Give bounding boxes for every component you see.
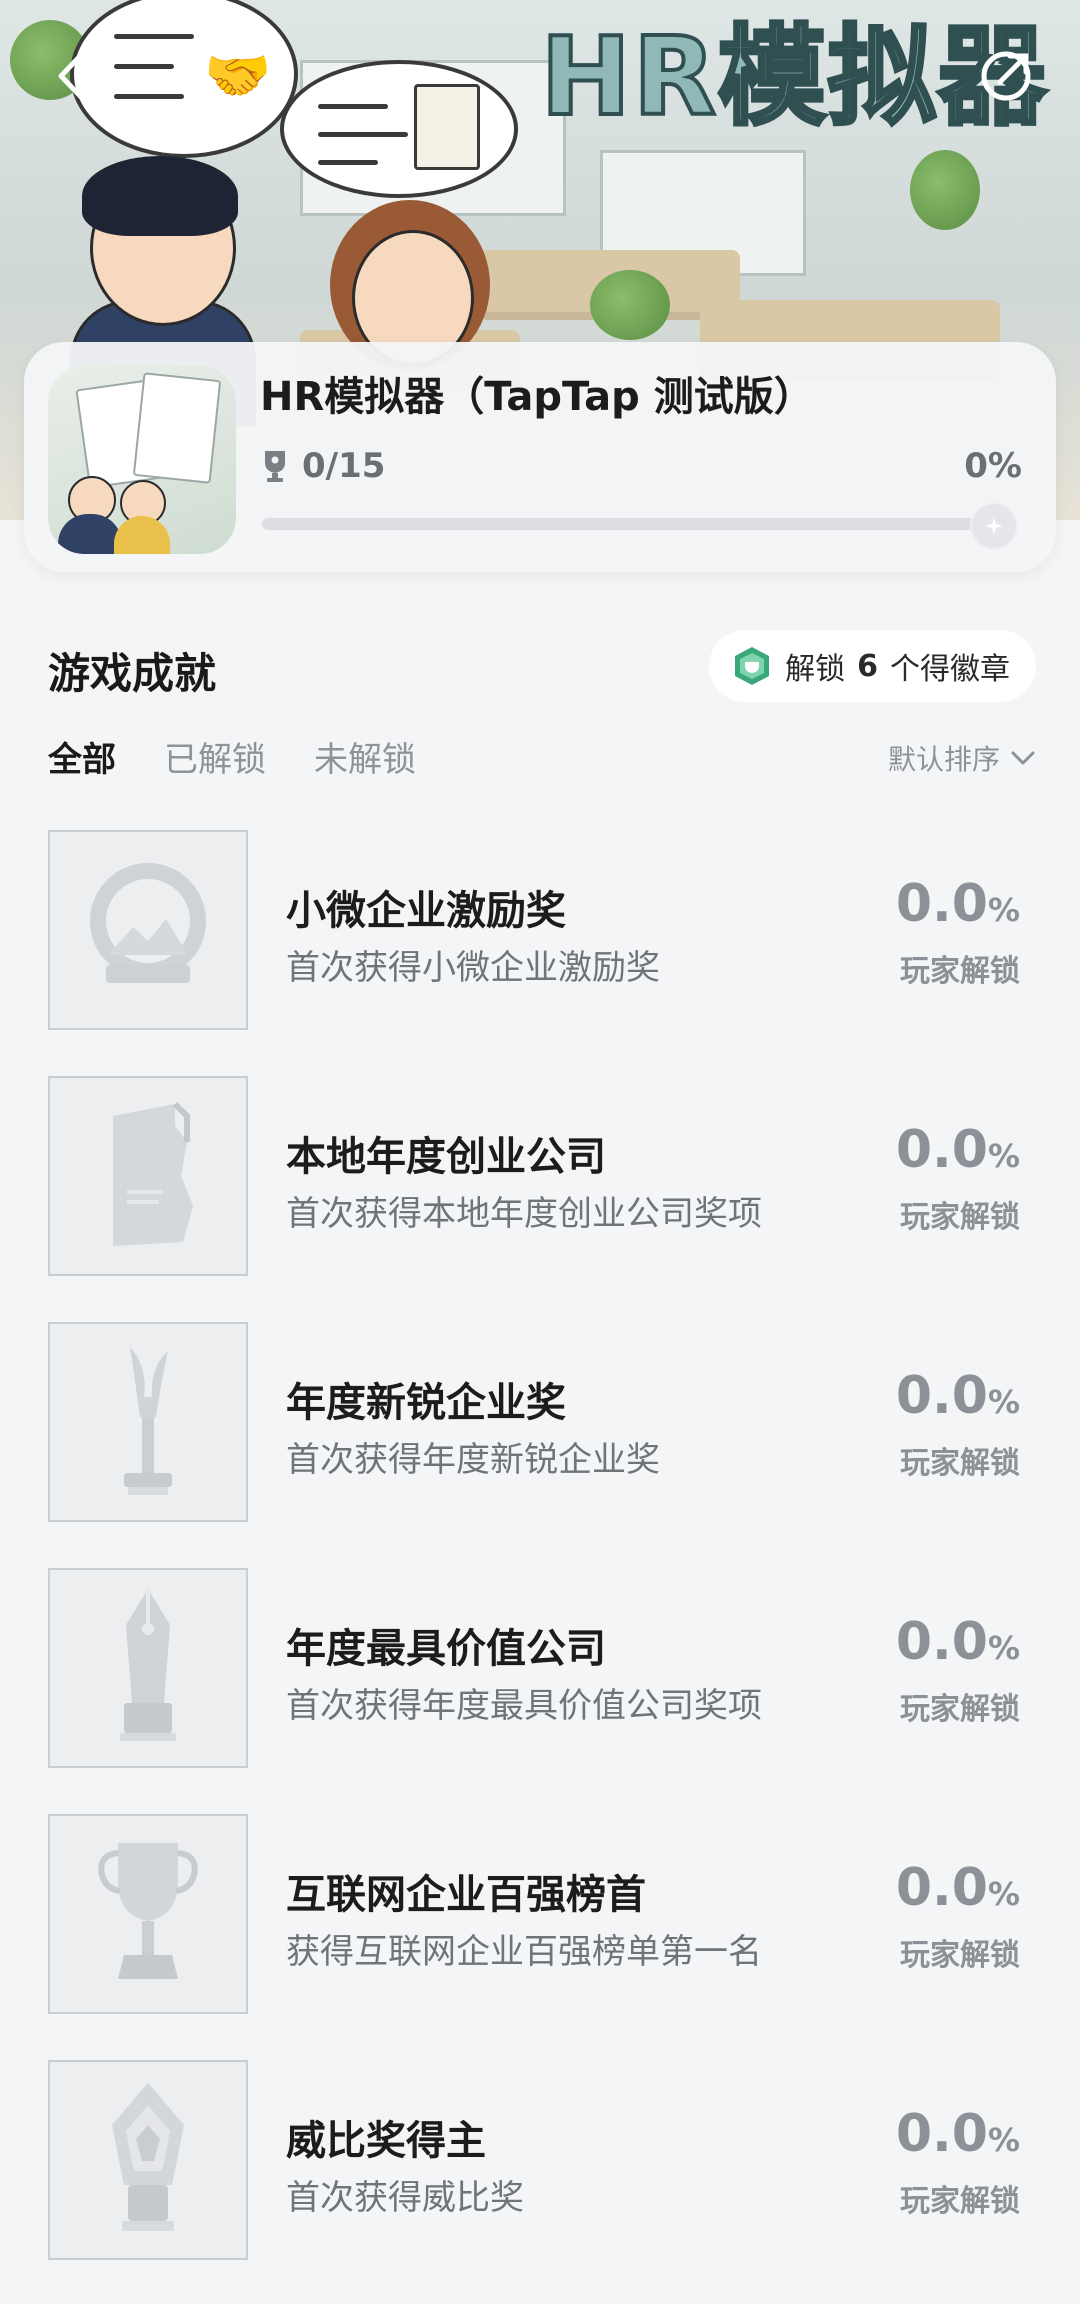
pen-trophy-icon bbox=[48, 1568, 248, 1768]
badge-prefix: 解锁 bbox=[785, 652, 846, 687]
achievement-rate: 0.0% bbox=[840, 874, 1020, 934]
game-title: HR模拟器（TapTap 测试版） bbox=[260, 374, 814, 420]
speech-bubble-icon bbox=[280, 60, 518, 198]
rate-unit: % bbox=[987, 1629, 1020, 1667]
filter-tabs: 全部 已解锁 未解锁 bbox=[48, 732, 416, 781]
achievement-name: 小微企业激励奖 bbox=[286, 888, 566, 934]
achievement-name: 威比奖得主 bbox=[286, 2118, 486, 2164]
chevron-down-icon bbox=[1011, 751, 1035, 765]
share-icon bbox=[981, 51, 1031, 101]
trophy-count-text: 0/15 bbox=[302, 446, 386, 486]
rate-unit: % bbox=[987, 2121, 1020, 2159]
rate-value: 0.0 bbox=[895, 1858, 988, 1918]
back-button[interactable] bbox=[36, 40, 108, 112]
game-card: HR模拟器（TapTap 测试版） 0/15 0% bbox=[24, 342, 1056, 572]
achievement-desc: 首次获得小微企业激励奖 bbox=[286, 948, 660, 988]
sort-label: 默认排序 bbox=[887, 743, 1000, 776]
badge-unlock-pill[interactable]: 解锁 6 个得徽章 bbox=[709, 630, 1036, 702]
torch-trophy-icon bbox=[48, 1322, 248, 1522]
achievement-rate: 0.0% bbox=[840, 2104, 1020, 2164]
rate-value: 0.0 bbox=[895, 1120, 988, 1180]
game-icon[interactable] bbox=[48, 366, 236, 554]
achievement-desc: 首次获得威比奖 bbox=[286, 2178, 524, 2218]
achievement-item[interactable]: 年度新锐企业奖 首次获得年度新锐企业奖 0.0% 玩家解锁 bbox=[0, 1320, 1080, 1566]
rate-value: 0.0 bbox=[895, 2104, 988, 2164]
achievement-rate: 0.0% bbox=[840, 1612, 1020, 1672]
achievement-name: 年度新锐企业奖 bbox=[286, 1380, 566, 1426]
rate-unit: % bbox=[987, 1383, 1020, 1421]
achievement-rate-label: 玩家解锁 bbox=[900, 1200, 1020, 1235]
achievement-name: 本地年度创业公司 bbox=[286, 1134, 606, 1180]
document-icon bbox=[414, 84, 480, 170]
achievement-rate: 0.0% bbox=[840, 1366, 1020, 1426]
achievement-item[interactable]: 本地年度创业公司 首次获得本地年度创业公司奖项 0.0% 玩家解锁 bbox=[0, 1074, 1080, 1320]
rate-unit: % bbox=[987, 891, 1020, 929]
trophy-icon bbox=[265, 451, 285, 482]
cup-trophy-icon bbox=[48, 1814, 248, 2014]
achievement-rate-label: 玩家解锁 bbox=[900, 954, 1020, 989]
rate-unit: % bbox=[987, 1875, 1020, 1913]
badge-suffix: 个得徽章 bbox=[890, 652, 1010, 687]
handshake-icon: 🤝 bbox=[204, 44, 272, 107]
achievement-rate-label: 玩家解锁 bbox=[900, 1938, 1020, 1973]
achievement-desc: 获得互联网企业百强榜单第一名 bbox=[286, 1932, 762, 1972]
section-title: 游戏成就 bbox=[48, 649, 217, 698]
achievement-item[interactable]: 威比奖得主 首次获得威比奖 0.0% 玩家解锁 bbox=[0, 2058, 1080, 2304]
achievement-desc: 首次获得年度新锐企业奖 bbox=[286, 1440, 660, 1480]
rate-unit: % bbox=[987, 1137, 1020, 1175]
achievement-rate: 0.0% bbox=[840, 1858, 1020, 1918]
chevron-left-icon bbox=[58, 50, 86, 102]
male-character bbox=[60, 150, 260, 426]
plant-icon bbox=[590, 270, 670, 340]
crystal-trophy-icon bbox=[48, 2060, 248, 2260]
tab-unlocked[interactable]: 已解锁 bbox=[164, 732, 266, 781]
achievement-desc: 首次获得年度最具价值公司奖项 bbox=[286, 1686, 762, 1726]
achievement-item[interactable]: 小微企业激励奖 首次获得小微企业激励奖 0.0% 玩家解锁 bbox=[0, 828, 1080, 1074]
badge-icon bbox=[735, 647, 770, 685]
progress-percent: 0% bbox=[964, 446, 1022, 486]
rate-value: 0.0 bbox=[895, 1366, 988, 1426]
achievement-rate: 0.0% bbox=[840, 1120, 1020, 1180]
achievement-item[interactable]: 年度最具价值公司 首次获得年度最具价值公司奖项 0.0% 玩家解锁 bbox=[0, 1566, 1080, 1812]
achievement-rate-label: 玩家解锁 bbox=[900, 1692, 1020, 1727]
tab-all[interactable]: 全部 bbox=[48, 732, 116, 781]
tab-locked[interactable]: 未解锁 bbox=[314, 732, 416, 781]
ring-trophy-icon bbox=[48, 830, 248, 1030]
rate-value: 0.0 bbox=[895, 1612, 988, 1672]
sort-dropdown[interactable]: 默认排序 bbox=[888, 738, 1036, 778]
progress-end-icon bbox=[970, 502, 1018, 550]
achievement-name: 互联网企业百强榜首 bbox=[286, 1872, 646, 1918]
badge-count: 6 bbox=[857, 648, 878, 684]
achievement-desc: 首次获得本地年度创业公司奖项 bbox=[286, 1194, 762, 1234]
share-button[interactable] bbox=[970, 40, 1042, 112]
achievement-rate-label: 玩家解锁 bbox=[900, 1446, 1020, 1481]
plant-icon bbox=[910, 150, 980, 230]
achievement-item[interactable]: 互联网企业百强榜首 获得互联网企业百强榜单第一名 0.0% 玩家解锁 bbox=[0, 1812, 1080, 2058]
trophy-progress: 0/15 bbox=[260, 446, 385, 486]
achievement-name: 年度最具价值公司 bbox=[286, 1626, 606, 1672]
progress-bar bbox=[262, 518, 1002, 530]
rate-value: 0.0 bbox=[895, 874, 988, 934]
achievement-rate-label: 玩家解锁 bbox=[900, 2184, 1020, 2219]
map-plaque-icon bbox=[48, 1076, 248, 1276]
achievement-list: 小微企业激励奖 首次获得小微企业激励奖 0.0% 玩家解锁 本地年度创业公司 首… bbox=[0, 828, 1080, 2304]
